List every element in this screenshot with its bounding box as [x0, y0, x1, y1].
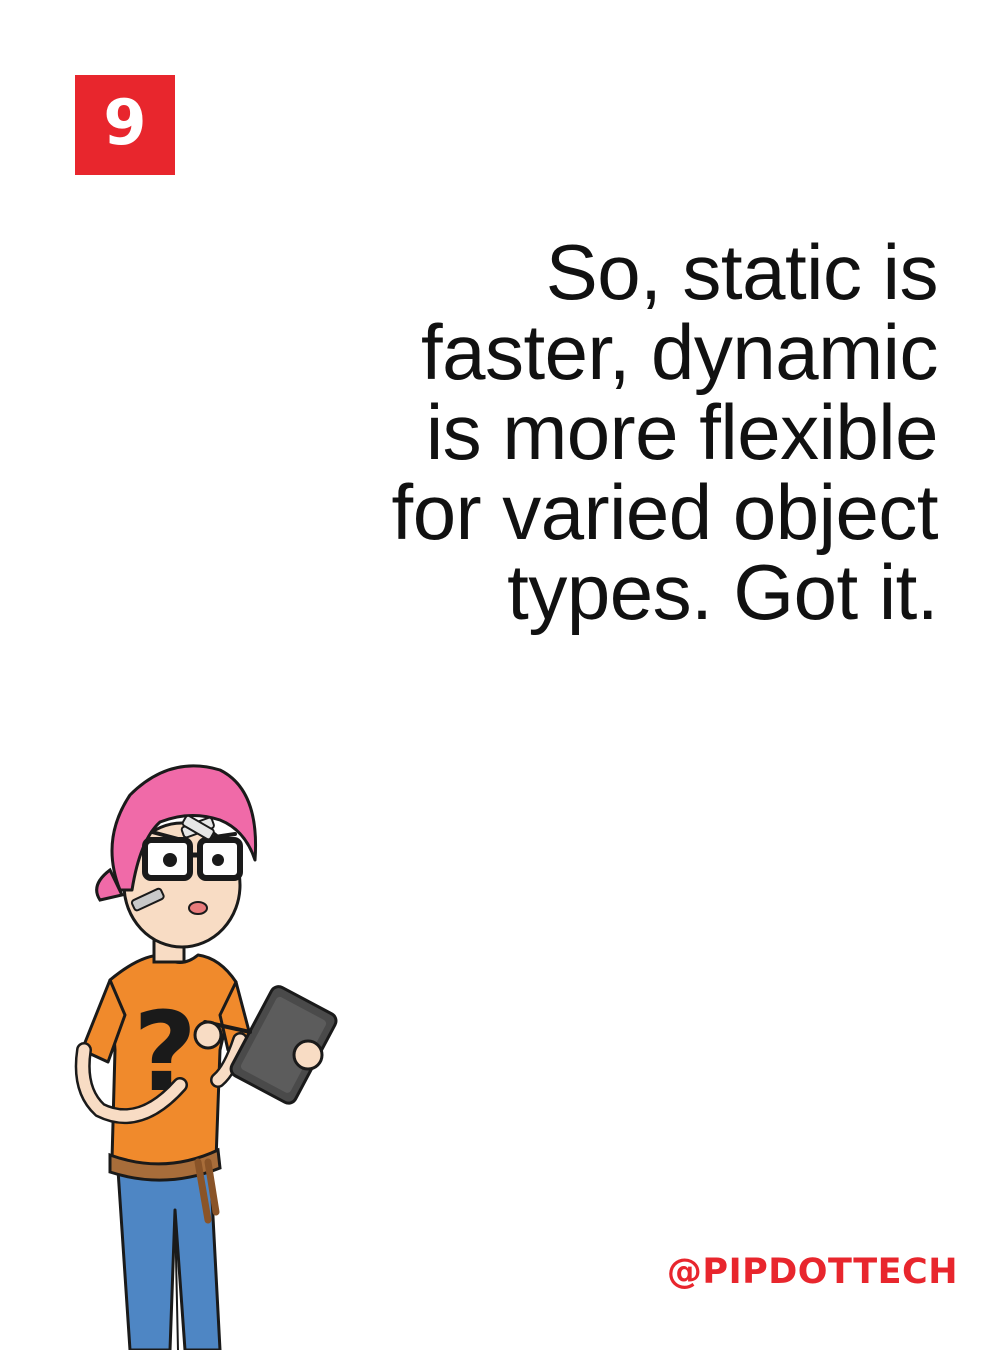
page-number: 9 [103, 86, 147, 159]
page-number-badge: 9 [75, 75, 175, 175]
quote-line: types. Got it. [507, 548, 938, 636]
quote-text: So, static is faster, dynamic is more fl… [298, 228, 939, 636]
quote-line: faster, dynamic [420, 308, 939, 396]
quote-line: is more flexible [425, 388, 939, 476]
quote-line: for varied object [391, 468, 939, 556]
social-handle: @PIPDOTTECH [666, 1252, 958, 1292]
character-illustration: ? [70, 750, 350, 1352]
quote-line: So, static is [545, 228, 939, 316]
